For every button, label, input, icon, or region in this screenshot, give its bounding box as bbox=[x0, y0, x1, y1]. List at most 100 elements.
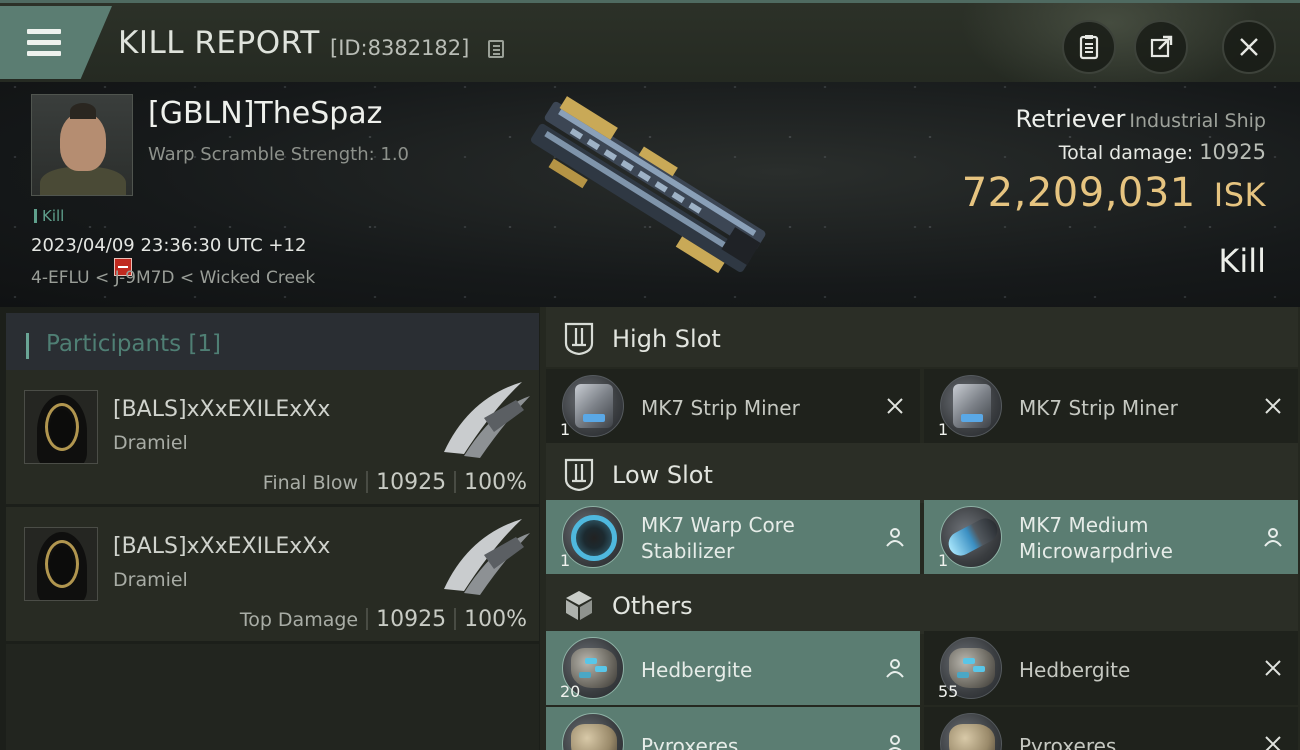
strip-miner-icon bbox=[562, 375, 624, 437]
close-icon bbox=[1240, 38, 1258, 56]
victim-pilot-name[interactable]: [GBLN]TheSpaz bbox=[148, 96, 382, 131]
victim-ship[interactable]: Retriever Industrial Ship bbox=[1015, 105, 1266, 133]
low-slot-icon bbox=[564, 458, 594, 491]
cargo-item[interactable]: Pyroxeres bbox=[546, 707, 920, 750]
destroyed-icon bbox=[1265, 736, 1281, 750]
others-header: Others bbox=[546, 574, 1298, 634]
high-slot-item[interactable]: 1 MK7 Strip Miner bbox=[546, 369, 920, 443]
cargo-box-icon bbox=[566, 591, 592, 620]
total-damage-value: 10925 bbox=[1199, 140, 1266, 164]
item-name-line1: MK7 Medium bbox=[1019, 513, 1149, 537]
cargo-item[interactable]: Pyroxeres bbox=[924, 707, 1298, 750]
participant-damage: 10925 bbox=[376, 470, 447, 495]
participants-header: Participants [1] bbox=[6, 313, 539, 370]
high-slot-icon bbox=[564, 322, 594, 355]
participant-ship: Dramiel bbox=[113, 569, 188, 591]
participant-name: [BALS]xXxEXILExXx bbox=[113, 534, 331, 559]
high-slot-item[interactable]: 1 MK7 Strip Miner bbox=[924, 369, 1298, 443]
destroyed-icon bbox=[1265, 660, 1281, 676]
kill-tag: Kill bbox=[34, 207, 64, 225]
clipboard-icon bbox=[1079, 35, 1099, 60]
cargo-item[interactable]: 20 Hedbergite bbox=[546, 631, 920, 705]
copy-id-icon[interactable] bbox=[488, 40, 504, 58]
isk-value: 72,209,031 ISK bbox=[962, 170, 1266, 216]
others-title: Others bbox=[612, 592, 693, 620]
low-slot-item[interactable]: 1 MK7 Medium Microwarpdrive bbox=[924, 500, 1298, 574]
victim-panel: [GBLN]TheSpaz Warp Scramble Strength: 1.… bbox=[0, 82, 1300, 307]
participant-ship: Dramiel bbox=[113, 432, 188, 454]
participant-percent: 100% bbox=[464, 607, 527, 632]
item-name: Hedbergite bbox=[641, 658, 753, 682]
participant-name: [BALS]xXxEXILExXx bbox=[113, 397, 331, 422]
participants-empty-area bbox=[6, 644, 539, 750]
item-name: MK7 Warp Core Stabilizer bbox=[641, 512, 795, 564]
item-qty: 1 bbox=[560, 551, 571, 570]
ship-render-image bbox=[530, 96, 766, 274]
share-icon bbox=[1150, 35, 1173, 58]
participant-avatar bbox=[24, 527, 98, 601]
victim-portrait[interactable] bbox=[31, 94, 133, 196]
clipboard-button[interactable] bbox=[1062, 20, 1116, 74]
dropped-person-icon bbox=[886, 528, 904, 547]
dropped-person-icon bbox=[1264, 528, 1282, 547]
isk-amount: 72,209,031 bbox=[961, 170, 1196, 216]
item-name: Pyroxeres bbox=[641, 734, 739, 750]
participant-avatar bbox=[24, 390, 98, 464]
strip-miner-icon bbox=[940, 375, 1002, 437]
menu-icon bbox=[27, 29, 61, 57]
high-slot-title: High Slot bbox=[612, 325, 721, 353]
high-slot-header: High Slot bbox=[546, 307, 1298, 367]
participant-damage: 10925 bbox=[376, 607, 447, 632]
item-qty: 1 bbox=[560, 420, 571, 439]
participant-stats: Final Blow 10925 100% bbox=[263, 470, 527, 495]
item-name: MK7 Strip Miner bbox=[641, 396, 800, 420]
participant-row[interactable]: [BALS]xXxEXILExXx Dramiel Final Blow 1092… bbox=[6, 370, 539, 506]
total-damage: Total damage: 10925 bbox=[1059, 140, 1266, 164]
isk-unit: ISK bbox=[1213, 176, 1266, 214]
item-qty: 55 bbox=[938, 682, 959, 701]
kill-location[interactable]: 4-EFLU < J-9M7D < Wicked Creek bbox=[31, 268, 315, 288]
ship-class: Industrial Ship bbox=[1129, 110, 1266, 132]
kill-datetime: 2023/04/09 23:36:30 UTC +12 bbox=[31, 235, 307, 256]
dramiel-ship-icon bbox=[444, 382, 530, 458]
header-bar: KILL REPORT [ID:8382182] bbox=[0, 0, 1300, 82]
pyroxeres-ore-icon bbox=[940, 713, 1002, 750]
pyroxeres-ore-icon bbox=[562, 713, 624, 750]
warp-scramble-strength: Warp Scramble Strength: 1.0 bbox=[148, 144, 410, 165]
microwarpdrive-icon bbox=[940, 506, 1002, 568]
result-label: Kill bbox=[1218, 242, 1266, 280]
total-damage-label: Total damage: bbox=[1058, 142, 1194, 164]
low-slot-item[interactable]: 1 MK7 Warp Core Stabilizer bbox=[546, 500, 920, 574]
item-name-line2: Stabilizer bbox=[641, 539, 735, 563]
item-name: MK7 Strip Miner bbox=[1019, 396, 1178, 420]
participant-row[interactable]: [BALS]xXxEXILExXx Dramiel Top Damage 1092… bbox=[6, 507, 539, 643]
dropped-person-icon bbox=[886, 659, 904, 678]
item-qty: 1 bbox=[938, 551, 949, 570]
low-slot-header: Low Slot bbox=[546, 443, 1298, 503]
dropped-person-icon bbox=[888, 735, 902, 750]
item-qty: 1 bbox=[938, 420, 949, 439]
low-slot-title: Low Slot bbox=[612, 461, 713, 489]
participant-role: Final Blow bbox=[262, 472, 359, 494]
item-name: Pyroxeres bbox=[1019, 734, 1117, 750]
item-name: Hedbergite bbox=[1019, 658, 1131, 682]
participant-percent: 100% bbox=[464, 470, 527, 495]
item-name-line1: MK7 Warp Core bbox=[641, 513, 795, 537]
page-title: KILL REPORT bbox=[118, 25, 320, 61]
close-button[interactable] bbox=[1222, 20, 1276, 74]
item-qty: 20 bbox=[560, 682, 581, 701]
dramiel-ship-icon bbox=[444, 519, 530, 595]
report-id: [ID:8382182] bbox=[330, 36, 470, 60]
ship-name: Retriever bbox=[1015, 105, 1126, 133]
cargo-item[interactable]: 55 Hedbergite bbox=[924, 631, 1298, 705]
destroyed-icon bbox=[1265, 398, 1281, 414]
item-name-line2: Microwarpdrive bbox=[1019, 539, 1173, 563]
item-name: MK7 Medium Microwarpdrive bbox=[1019, 512, 1173, 564]
fitting-panel: High Slot 1 MK7 Strip Miner 1 MK7 Strip … bbox=[540, 307, 1300, 750]
participants-title: Participants [1] bbox=[46, 331, 221, 357]
participant-role: Top Damage bbox=[239, 609, 359, 631]
share-button[interactable] bbox=[1134, 20, 1188, 74]
participant-stats: Top Damage 10925 100% bbox=[240, 607, 527, 632]
destroyed-icon bbox=[887, 398, 903, 414]
menu-button[interactable] bbox=[0, 6, 112, 79]
